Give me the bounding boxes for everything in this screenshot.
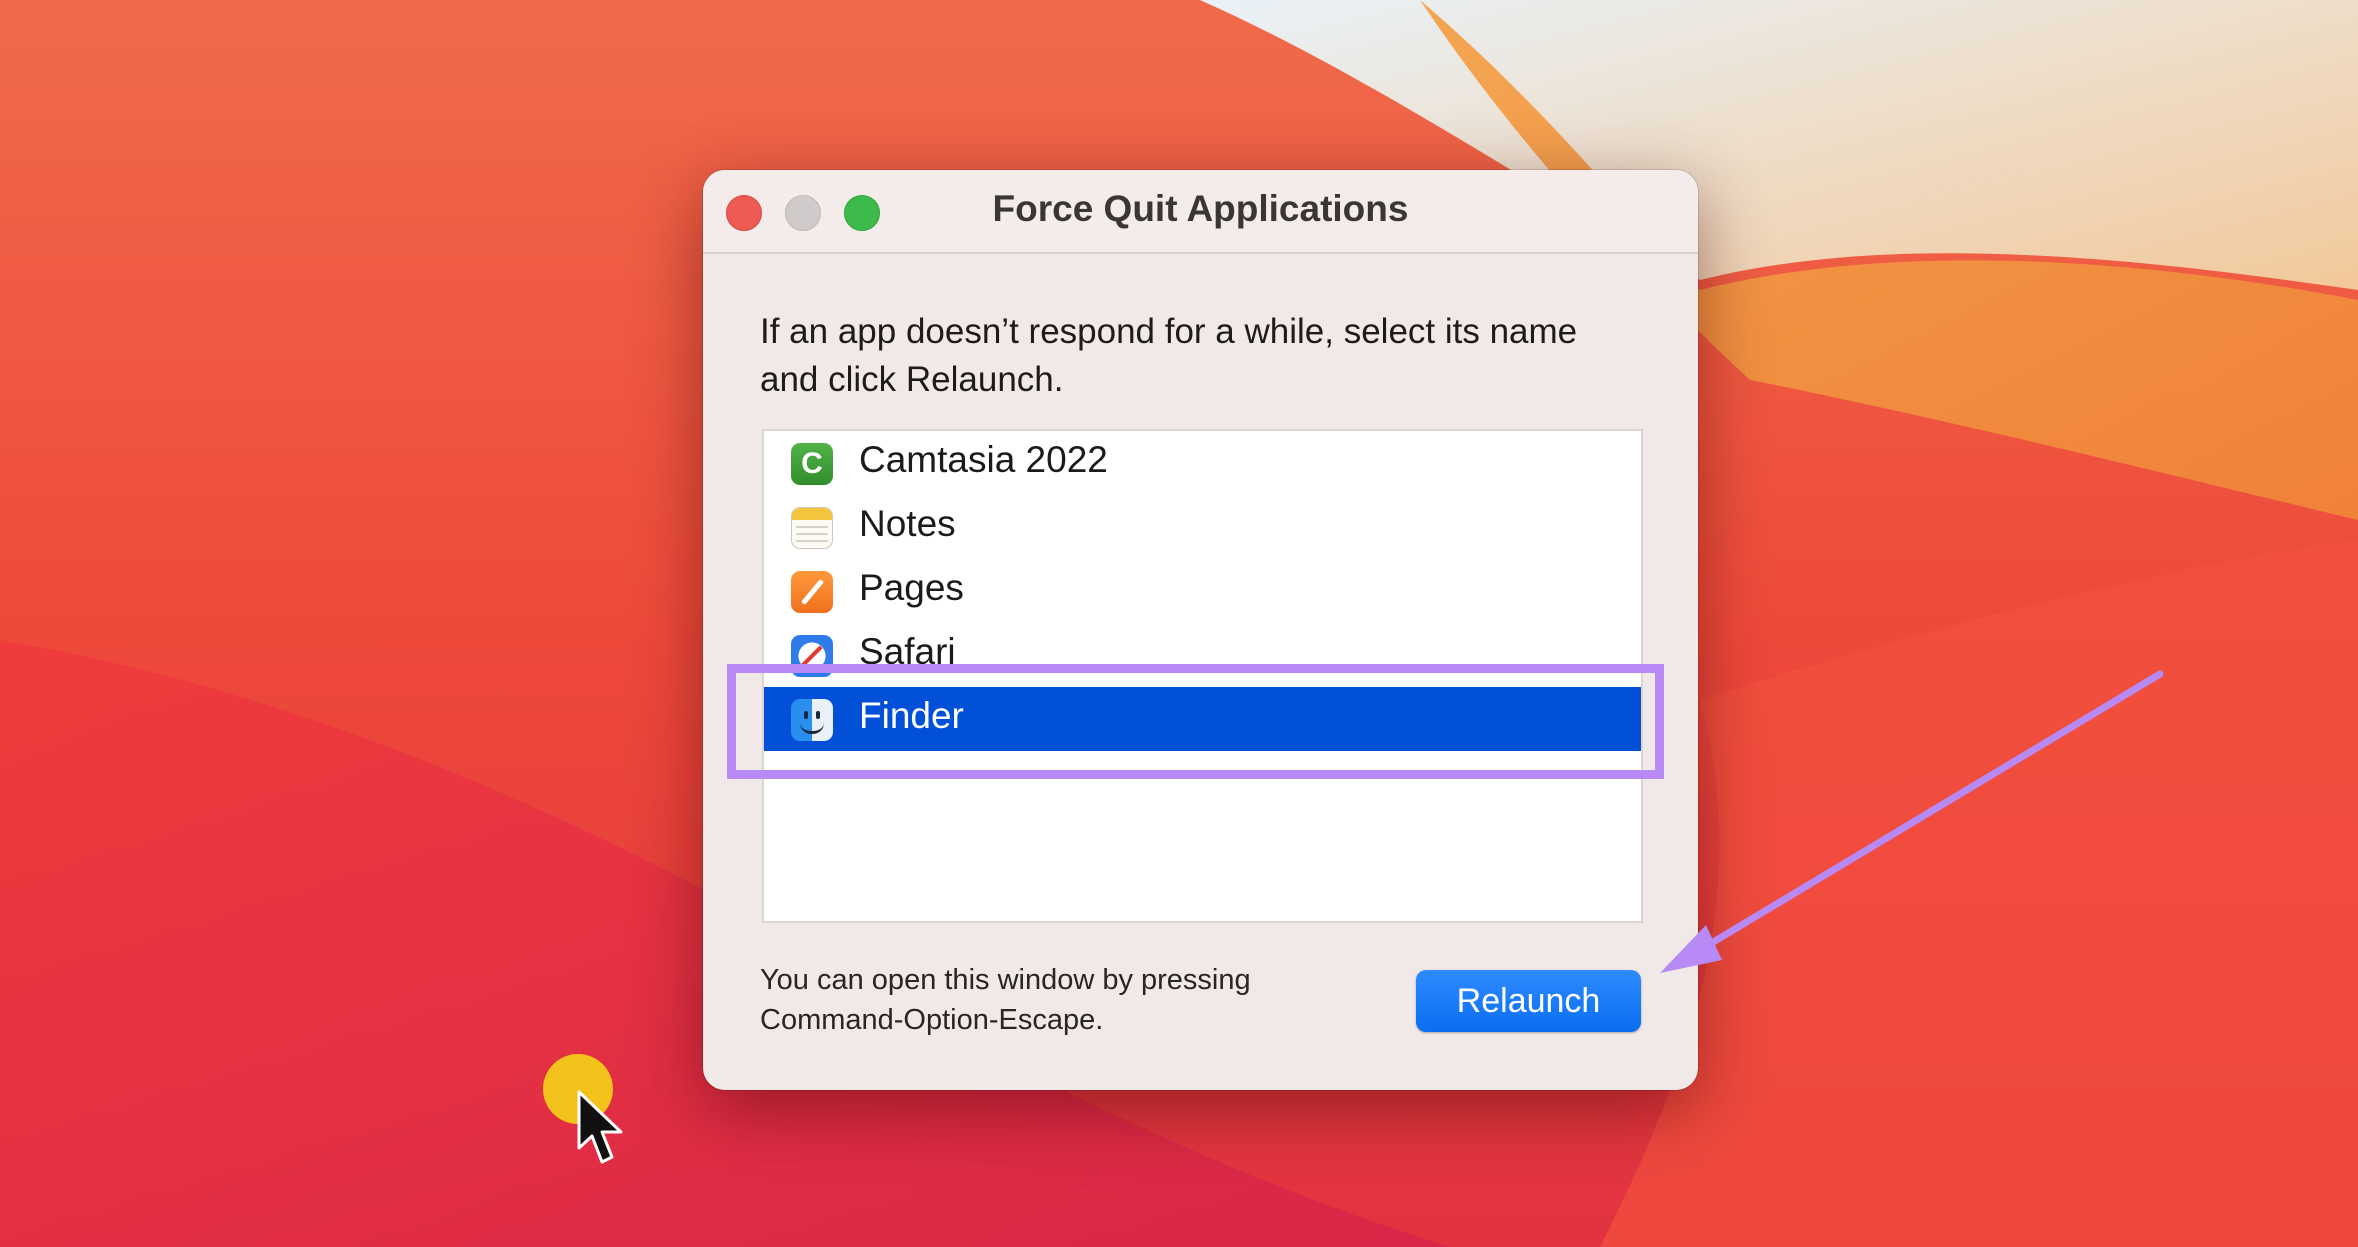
instructions-text: If an app doesn’t respond for a while, s… [760, 312, 1578, 399]
shortcut-hint: You can open this window by pressing Com… [760, 960, 1320, 1040]
app-name: Notes [859, 503, 956, 544]
selection-highlight-annotation [727, 664, 1664, 779]
force-quit-window: Force Quit Applications If an app doesn’… [703, 170, 1698, 1090]
app-name: Camtasia 2022 [859, 439, 1108, 480]
pages-icon [791, 571, 833, 613]
relaunch-button[interactable]: Relaunch [1416, 970, 1641, 1032]
mouse-pointer-icon [577, 1090, 623, 1164]
app-row-pages[interactable]: Pages [764, 559, 1641, 623]
app-name: Pages [859, 567, 964, 608]
app-row-camtasia[interactable]: C Camtasia 2022 [764, 431, 1641, 495]
shortcut-hint-line2: Command-Option-Escape. [760, 1004, 1104, 1036]
window-titlebar[interactable]: Force Quit Applications [703, 170, 1698, 254]
camtasia-icon: C [791, 443, 833, 485]
window-title: Force Quit Applications [992, 188, 1409, 229]
notes-icon [791, 507, 833, 549]
shortcut-hint-line1: You can open this window by pressing [760, 964, 1251, 996]
app-row-notes[interactable]: Notes [764, 495, 1641, 559]
